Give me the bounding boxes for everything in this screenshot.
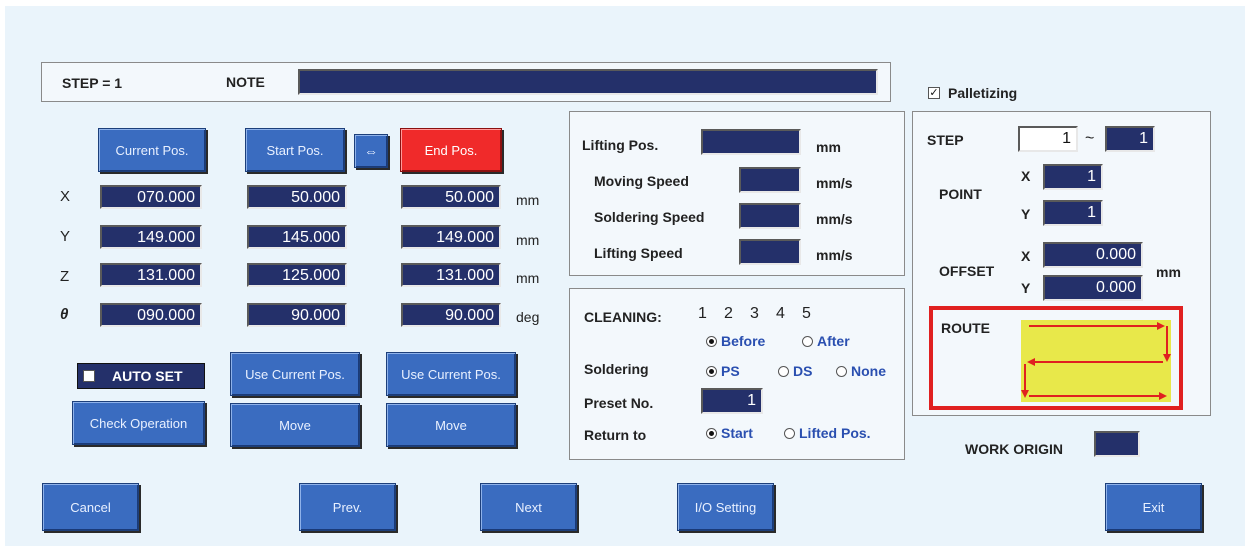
point-label: POINT (939, 186, 982, 202)
current-theta-value: 090.000 (100, 303, 202, 327)
cleaning-number-5[interactable]: 5 (802, 305, 811, 323)
auto-set-label: AUTO SET (112, 368, 183, 384)
pallet-step-label: STEP (927, 132, 964, 148)
soldering-label: Soldering (584, 361, 649, 377)
end-z-input[interactable]: 131.000 (401, 263, 501, 287)
cleaning-number-2[interactable]: 2 (724, 305, 733, 323)
lifting-speed-label: Lifting Speed (594, 245, 683, 261)
work-origin-label: WORK ORIGIN (965, 441, 1063, 457)
moving-speed-unit: mm/s (816, 175, 853, 191)
note-label: NOTE (226, 74, 265, 90)
palletizing-checkbox[interactable]: ✓ (928, 87, 940, 99)
route-label: ROUTE (941, 320, 990, 336)
start-x-input[interactable]: 50.000 (247, 185, 347, 209)
soldering-speed-input[interactable] (739, 203, 801, 229)
unit-z: mm (516, 270, 540, 286)
unit-x: mm (516, 192, 540, 208)
current-z-value: 131.000 (100, 263, 202, 287)
end-x-input[interactable]: 50.000 (401, 185, 501, 209)
soldering-ps-radio[interactable]: PS (706, 363, 740, 381)
cleaning-number-1[interactable]: 1 (698, 305, 707, 323)
point-x-input[interactable]: 1 (1043, 164, 1103, 190)
moving-speed-input[interactable] (739, 167, 801, 193)
end-pos-button[interactable]: End Pos. (400, 128, 502, 172)
lifting-speed-input[interactable] (739, 239, 801, 265)
lifting-panel: Lifting Pos. mm Moving Speed mm/s Solder… (569, 111, 905, 276)
step-number-label: STEP = 1 (62, 75, 123, 91)
cleaning-panel: CLEANING: 1 2 3 4 5 Before After Solderi… (569, 288, 905, 460)
offset-x-input[interactable]: 0.000 (1043, 242, 1143, 268)
point-x-label: X (1021, 168, 1031, 184)
pallet-step-tilde: ~ (1085, 130, 1095, 147)
cleaning-before-radio[interactable]: Before (706, 333, 765, 351)
pallet-step-from-input[interactable]: 1 (1018, 126, 1078, 152)
return-to-label: Return to (584, 427, 647, 443)
cleaning-number-3[interactable]: 3 (750, 305, 759, 323)
unit-theta: deg (516, 309, 540, 325)
route-pattern-icon (1021, 320, 1171, 402)
cleaning-label: CLEANING: (584, 309, 662, 325)
soldering-none-radio[interactable]: None (836, 363, 886, 381)
auto-set-toggle[interactable]: AUTO SET (77, 363, 205, 389)
unit-y: mm (516, 232, 540, 248)
start-theta-input[interactable]: 90.000 (247, 303, 347, 327)
check-operation-button[interactable]: Check Operation (72, 401, 205, 445)
next-button[interactable]: Next (480, 483, 577, 531)
lifting-pos-label: Lifting Pos. (582, 137, 659, 153)
move-end-button[interactable]: Move (386, 403, 516, 447)
preset-no-label: Preset No. (584, 395, 654, 411)
start-pos-button[interactable]: Start Pos. (245, 128, 345, 172)
auto-set-checkbox[interactable] (83, 370, 95, 382)
use-current-pos-end-button[interactable]: Use Current Pos. (386, 352, 516, 396)
axis-label-theta: θ (60, 306, 69, 323)
step-note-panel: STEP = 1 NOTE (41, 62, 891, 102)
end-theta-input[interactable]: 90.000 (401, 303, 501, 327)
start-z-input[interactable]: 125.000 (247, 263, 347, 287)
point-y-label: Y (1021, 206, 1031, 222)
cleaning-number-4[interactable]: 4 (776, 305, 785, 323)
exit-button[interactable]: Exit (1105, 483, 1202, 531)
palletizing-label: Palletizing (948, 85, 1018, 101)
return-lifted-pos-radio[interactable]: Lifted Pos. (784, 425, 871, 443)
offset-y-label: Y (1021, 280, 1031, 296)
use-current-pos-start-button[interactable]: Use Current Pos. (230, 352, 360, 396)
current-x-value: 070.000 (100, 185, 202, 209)
soldering-ds-radio[interactable]: DS (778, 363, 812, 381)
soldering-step-setup-window: STEP = 1 NOTE ✓ Palletizing Current Pos.… (5, 6, 1245, 546)
cleaning-after-radio[interactable]: After (802, 333, 850, 351)
preset-no-input[interactable]: 1 (701, 388, 763, 414)
end-y-input[interactable]: 149.000 (401, 225, 501, 249)
axis-label-y: Y (60, 228, 71, 245)
work-origin-input[interactable] (1094, 431, 1140, 457)
lifting-pos-input[interactable] (701, 129, 801, 155)
offset-unit: mm (1156, 264, 1181, 280)
soldering-speed-unit: mm/s (816, 211, 853, 227)
current-y-value: 149.000 (100, 225, 202, 249)
offset-x-label: X (1021, 248, 1031, 264)
offset-label: OFFSET (939, 263, 995, 279)
move-start-button[interactable]: Move (230, 403, 360, 447)
cancel-button[interactable]: Cancel (42, 483, 139, 531)
lifting-pos-unit: mm (816, 139, 841, 155)
point-y-input[interactable]: 1 (1043, 200, 1103, 226)
current-pos-button[interactable]: Current Pos. (98, 128, 206, 172)
axis-label-z: Z (60, 268, 70, 285)
axis-label-x: X (60, 188, 71, 205)
lifting-speed-unit: mm/s (816, 247, 853, 263)
swap-positions-button[interactable]: ⇔ (354, 134, 388, 168)
io-setting-button[interactable]: I/O Setting (677, 483, 774, 531)
pallet-step-to-input[interactable]: 1 (1105, 126, 1155, 152)
soldering-speed-label: Soldering Speed (594, 209, 705, 225)
route-selector[interactable]: ROUTE (929, 306, 1183, 410)
start-y-input[interactable]: 145.000 (247, 225, 347, 249)
note-input[interactable] (298, 69, 878, 95)
palletizing-panel: STEP 1 ~ 1 POINT X 1 Y 1 OFFSET X 0.000 … (912, 111, 1211, 416)
offset-y-input[interactable]: 0.000 (1043, 275, 1143, 301)
prev-button[interactable]: Prev. (299, 483, 396, 531)
moving-speed-label: Moving Speed (594, 173, 689, 189)
return-start-radio[interactable]: Start (706, 425, 753, 443)
